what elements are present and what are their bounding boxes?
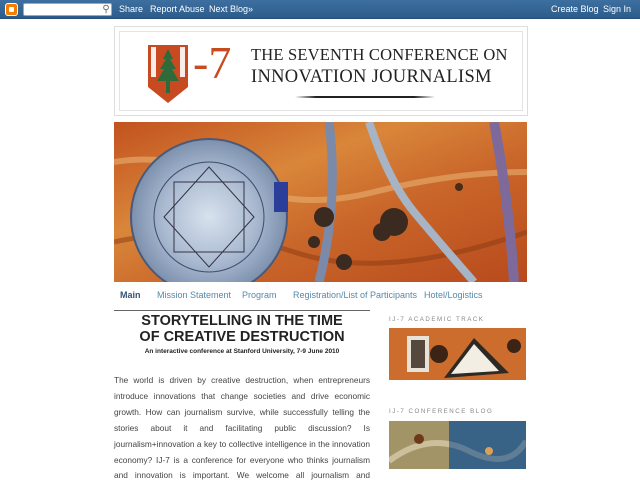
search-icon[interactable]: ⚲ <box>100 3 112 16</box>
post-subtitle: An interactive conference at Stanford Un… <box>144 348 340 355</box>
tab-mission-statement[interactable]: Mission Statement <box>157 290 231 300</box>
conference-blog-image[interactable] <box>389 421 526 469</box>
post-title-rule <box>114 310 370 311</box>
tree-logo-icon <box>148 45 188 103</box>
sidebar-academic-heading: IJ-7 ACADEMIC TRACK <box>389 316 485 323</box>
academic-track-image[interactable] <box>389 328 526 380</box>
logo-text: -7 <box>193 37 232 88</box>
report-abuse-link[interactable]: Report Abuse <box>150 0 205 19</box>
sidebar-blog-heading: IJ-7 CONFERENCE BLOG <box>389 408 494 415</box>
share-link[interactable]: Share <box>119 0 143 19</box>
post-title-line1: STORYTELLING IN THE TIME <box>141 313 343 329</box>
header-title-line1: THE SEVENTH CONFERENCE ON <box>251 45 508 64</box>
post-body: The world is driven by creative destruct… <box>114 375 370 480</box>
search-input[interactable] <box>23 3 112 16</box>
banner-image <box>114 122 527 282</box>
blogger-logo-icon[interactable] <box>5 3 18 16</box>
post-title: STORYTELLING IN THE TIME OF CREATIVE DES… <box>114 313 370 345</box>
header-title-line2: INNOVATION JOURNALISM <box>251 67 492 87</box>
header-divider <box>295 96 435 98</box>
tab-main[interactable]: Main <box>120 290 141 300</box>
next-blog-link[interactable]: Next Blog» <box>209 0 253 19</box>
tab-registration[interactable]: Registration/List of Participants <box>293 290 417 300</box>
blogger-navbar: ⚲ Share Report Abuse Next Blog» Create B… <box>0 0 640 19</box>
blog-header[interactable]: -7 THE SEVENTH CONFERENCE ON INNOVATION … <box>114 26 528 116</box>
tab-program[interactable]: Program <box>242 290 277 300</box>
tab-hotel-logistics[interactable]: Hotel/Logistics <box>424 290 483 300</box>
sign-in-link[interactable]: Sign In <box>603 0 631 19</box>
create-blog-link[interactable]: Create Blog <box>551 0 599 19</box>
post-title-line2: OF CREATIVE DESTRUCTION <box>139 329 345 345</box>
